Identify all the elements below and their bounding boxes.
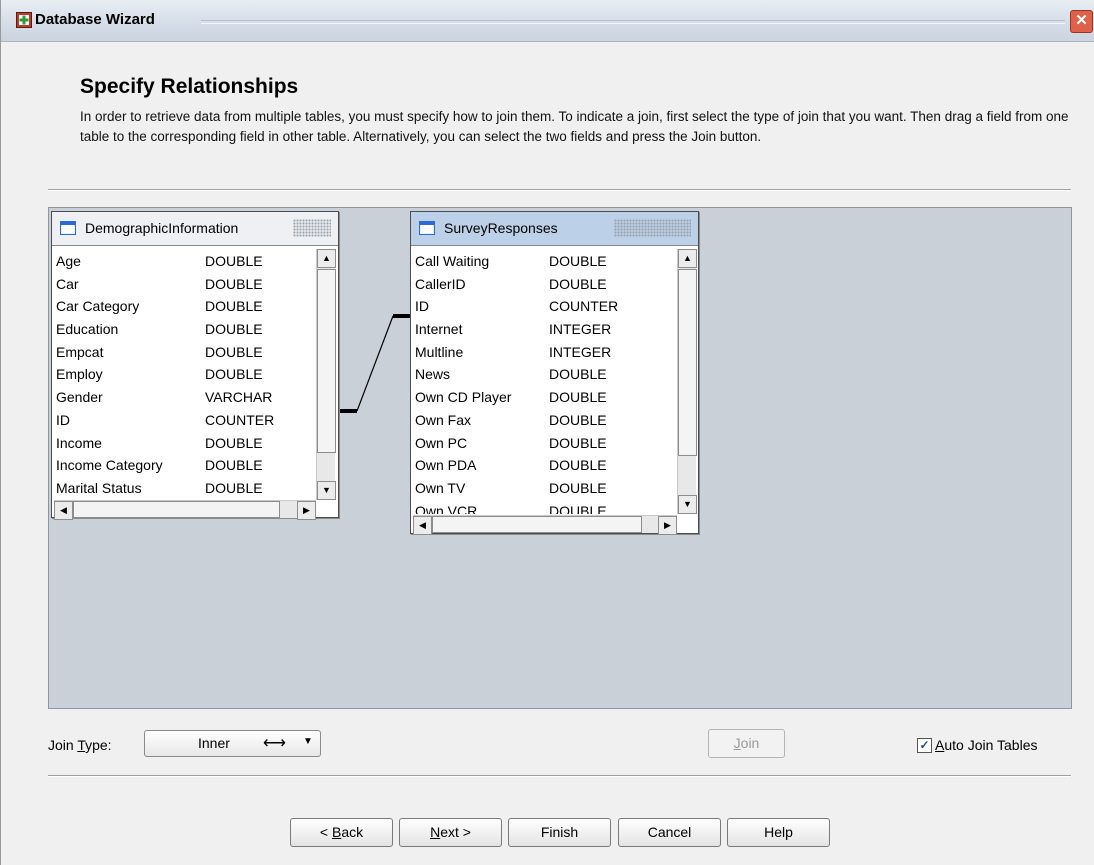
list-item[interactable]: Own VCR DOUBLE [413,500,677,514]
list-item[interactable]: Marital Status DOUBLE [54,477,316,500]
separator-top [48,189,1071,191]
join-type-label: Join Type: [48,737,112,753]
relationship-canvas[interactable]: DemographicInformation Age DOUBLE Car DOUB… [48,207,1072,709]
scroll-right-icon[interactable]: ▶ [658,516,677,535]
scroll-up-icon[interactable]: ▲ [317,249,336,268]
list-item[interactable]: Age DOUBLE [54,250,316,273]
vertical-scrollbar[interactable]: ▲ ▼ [316,249,336,500]
help-button[interactable]: Help [727,818,830,847]
list-item[interactable]: Gender VARCHAR [54,386,316,409]
window-title: Database Wizard [35,11,155,28]
table-icon [419,221,435,235]
scroll-thumb[interactable] [317,269,336,453]
join-button[interactable]: Join [708,729,785,758]
scroll-down-icon[interactable]: ▼ [317,481,336,500]
close-icon: ✕ [1075,12,1088,29]
list-item[interactable]: Internet INTEGER [413,318,677,341]
finish-button[interactable]: Finish [508,818,611,847]
list-item[interactable]: Call Waiting DOUBLE [413,250,677,273]
list-item[interactable]: Education DOUBLE [54,318,316,341]
scroll-left-icon[interactable]: ◀ [54,501,73,520]
database-wizard-window: Database Wizard ✕ Specify Relationships … [0,0,1094,865]
list-item[interactable]: News DOUBLE [413,363,677,386]
back-button[interactable]: < Back [290,818,393,847]
separator-bottom [48,775,1071,777]
list-item[interactable]: Own CD Player DOUBLE [413,386,677,409]
list-item[interactable]: Own Fax DOUBLE [413,409,677,432]
title-bar-rule [201,20,1065,24]
list-item[interactable]: Multline INTEGER [413,341,677,364]
scroll-up-icon[interactable]: ▲ [678,249,697,268]
table-name: DemographicInformation [85,220,239,236]
page-description: In order to retrieve data from multiple … [80,109,1069,144]
list-item[interactable]: CallerID DOUBLE [413,273,677,296]
list-item[interactable]: Empcat DOUBLE [54,341,316,364]
page-heading: Specify Relationships [80,75,299,98]
table-icon [60,221,76,235]
horizontal-scrollbar[interactable]: ◀ ▶ [413,515,677,535]
list-item[interactable]: Income Category DOUBLE [54,454,316,477]
list-item[interactable]: Income DOUBLE [54,432,316,455]
join-type-value: Inner [198,735,230,751]
list-item[interactable]: Own PC DOUBLE [413,432,677,455]
table-header[interactable]: DemographicInformation [52,212,338,246]
vertical-scrollbar[interactable]: ▲ ▼ [677,249,697,514]
auto-join-checkbox[interactable]: ✓ [917,738,932,753]
auto-join-label[interactable]: Auto Join Tables [935,737,1037,753]
table-surveyresponses[interactable]: SurveyResponses Call Waiting DOUBLE Calle… [410,211,699,535]
drag-grip-icon[interactable] [614,219,691,237]
scroll-down-icon[interactable]: ▼ [678,495,697,514]
field-list: Age DOUBLE Car DOUBLE Car Category DOUBLE E… [54,250,316,500]
horizontal-scrollbar[interactable]: ◀ ▶ [54,500,316,520]
database-wizard-icon [16,12,32,28]
list-item[interactable]: Car DOUBLE [54,273,316,296]
chevron-down-icon: ▼ [303,736,313,747]
table-name: SurveyResponses [444,220,558,236]
list-item[interactable]: Car Category DOUBLE [54,295,316,318]
list-item[interactable]: Own PDA DOUBLE [413,454,677,477]
scroll-left-icon[interactable]: ◀ [413,516,432,535]
list-item[interactable]: ID COUNTER [413,295,677,318]
title-bar[interactable]: Database Wizard ✕ [1,0,1094,42]
field-list: Call Waiting DOUBLE CallerID DOUBLE ID COUN… [413,250,677,514]
scroll-thumb[interactable] [73,501,280,518]
scroll-right-icon[interactable]: ▶ [297,501,316,520]
join-type-dropdown[interactable]: Inner ⟷ ▼ [144,730,321,757]
bidirectional-arrow-icon: ⟷ [263,735,286,752]
table-header[interactable]: SurveyResponses [411,212,698,246]
drag-grip-icon[interactable] [293,219,331,237]
table-demographicinformation[interactable]: DemographicInformation Age DOUBLE Car DOUB… [51,211,339,520]
cancel-button[interactable]: Cancel [618,818,721,847]
scroll-thumb[interactable] [678,269,697,456]
list-item[interactable]: Employ DOUBLE [54,363,316,386]
list-item[interactable]: ID COUNTER [54,409,316,432]
next-button[interactable]: Next > [399,818,502,847]
close-window-button[interactable]: ✕ [1070,10,1093,33]
list-item[interactable]: Own TV DOUBLE [413,477,677,500]
scroll-thumb[interactable] [432,516,642,533]
